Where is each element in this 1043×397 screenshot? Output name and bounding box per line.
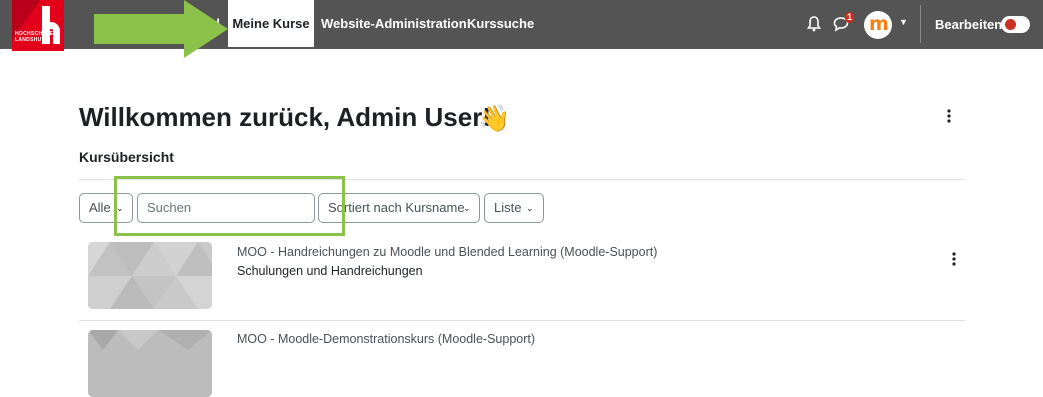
course-list-item[interactable]: MOO - Moodle-Demonstrationskurs (Moodle-…: [79, 320, 965, 397]
annotation-highlight-box: [114, 176, 345, 236]
course-category: Schulungen und Handreichungen: [237, 264, 423, 278]
edit-mode-toggle[interactable]: [1001, 16, 1030, 33]
nav-course-search-link[interactable]: Kurssuche: [467, 0, 534, 47]
university-logo[interactable]: HOCHSCHULE LANDSHUT: [12, 0, 64, 51]
nav-site-admin-link[interactable]: Website-Administration: [321, 0, 467, 47]
course-image[interactable]: [88, 242, 212, 309]
message-count-badge: 1: [845, 12, 855, 23]
course-list-item[interactable]: MOO - Handreichungen zu Moodle und Blend…: [79, 236, 965, 320]
navbar-divider: [920, 5, 921, 43]
chevron-down-icon: ⌄: [526, 203, 534, 213]
annotation-arrow: [94, 0, 228, 58]
edit-mode-label: Bearbeiten: [935, 17, 1003, 32]
wave-icon: 👋: [478, 103, 511, 133]
course-view-value: Liste: [494, 200, 522, 215]
course-sort-value: Sortiert nach Kursname: [328, 200, 465, 215]
kebab-icon[interactable]: [951, 251, 957, 267]
moodle-m-icon: m: [869, 13, 889, 35]
course-view-select[interactable]: Liste ⌄: [484, 193, 544, 223]
logo-text: HOCHSCHULE LANDSHUT: [15, 31, 54, 43]
nav-my-courses-link[interactable]: Meine Kurse: [228, 0, 314, 47]
toggle-knob: [1005, 19, 1016, 30]
bell-icon[interactable]: [807, 16, 821, 32]
user-avatar[interactable]: m: [864, 11, 892, 39]
course-name-link[interactable]: MOO - Moodle-Demonstrationskurs (Moodle-…: [237, 332, 535, 346]
course-name-link[interactable]: MOO - Handreichungen zu Moodle und Blend…: [237, 245, 657, 259]
course-filter-value: Alle: [89, 200, 111, 215]
chevron-down-icon: ⌄: [463, 203, 471, 213]
course-overview-title: Kursübersicht: [79, 149, 174, 165]
chevron-down-icon[interactable]: ▼: [899, 17, 908, 27]
kebab-icon[interactable]: [946, 108, 952, 124]
course-image[interactable]: [88, 330, 212, 397]
page-title: Willkommen zurück, Admin User!: [79, 102, 491, 132]
